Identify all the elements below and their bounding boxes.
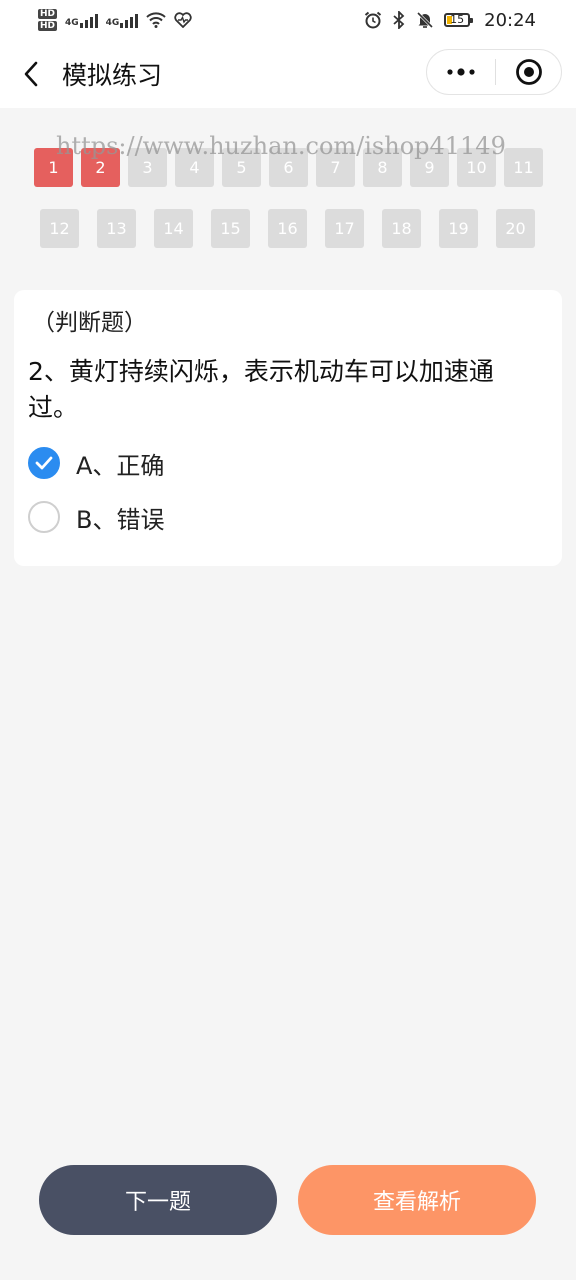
question-number-16[interactable]: 16 [268,209,307,248]
back-button[interactable] [0,40,62,108]
radio-unchecked[interactable] [28,501,60,533]
clock: 20:24 [484,9,536,31]
question-number-13[interactable]: 13 [97,209,136,248]
signal-2: 4G [106,12,139,28]
page-title: 模拟练习 [62,61,163,90]
option-label: A、正确 [76,451,165,480]
more-button[interactable] [427,50,495,94]
question-number-8[interactable]: 8 [363,148,402,187]
signal-1: 4G [65,12,98,28]
option-b[interactable]: B、错误 [28,490,546,544]
question-number-6[interactable]: 6 [269,148,308,187]
question-number-11[interactable]: 11 [504,148,543,187]
question-number-9[interactable]: 9 [410,148,449,187]
hd-badge: HD [38,9,58,19]
target-circle-icon [515,59,542,85]
status-bar: HD HD 4G 4G 15 20:24 [0,0,576,40]
question-number-1[interactable]: 1 [34,148,73,187]
chevron-left-icon [24,61,38,87]
more-dots-icon [447,68,475,76]
status-left: HD HD 4G 4G [38,9,192,31]
hd-indicators: HD HD [38,9,58,31]
signal-bars-icon [120,12,139,28]
view-analysis-button[interactable]: 查看解析 [298,1165,536,1235]
miniprogram-capsule [426,49,562,95]
question-grid-row: 1 2 3 4 5 6 7 8 9 10 11 [34,148,543,187]
question-number-17[interactable]: 17 [325,209,364,248]
checkmark-icon [35,456,53,470]
alarm-icon [364,11,382,29]
wifi-icon [146,12,167,28]
question-number-14[interactable]: 14 [154,209,193,248]
battery-level: 15 [450,13,465,26]
question-number-18[interactable]: 18 [382,209,421,248]
question-number-15[interactable]: 15 [211,209,250,248]
status-right: 15 20:24 [364,10,536,31]
hd-badge: HD [38,21,58,31]
signal-bars-icon [79,12,98,28]
navigation-bar: 模拟练习 [0,40,576,108]
close-button[interactable] [496,50,561,94]
question-card: （判断题） 2、黄灯持续闪烁，表示机动车可以加速通过。 A、正确 B、错误 [14,290,562,566]
bluetooth-icon [393,11,405,29]
option-a[interactable]: A、正确 [28,436,546,490]
heart-icon [174,12,192,28]
question-number-2[interactable]: 2 [81,148,120,187]
question-number-3[interactable]: 3 [128,148,167,187]
battery-icon: 15 [444,13,474,27]
option-label: B、错误 [76,505,165,534]
mute-icon [417,11,434,29]
network-type: 4G [65,18,79,28]
question-number-7[interactable]: 7 [316,148,355,187]
question-text: 2、黄灯持续闪烁，表示机动车可以加速通过。 [28,357,494,422]
next-question-button[interactable]: 下一题 [39,1165,277,1235]
question-number-20[interactable]: 20 [496,209,535,248]
question-number-10[interactable]: 10 [457,148,496,187]
question-number-19[interactable]: 19 [439,209,478,248]
question-number-12[interactable]: 12 [40,209,79,248]
question-type: （判断题） [32,310,147,336]
network-type: 4G [105,18,120,28]
radio-checked[interactable] [28,447,60,479]
question-grid-row: 12 13 14 15 16 17 18 19 20 [40,209,535,248]
question-number-5[interactable]: 5 [222,148,261,187]
question-number-4[interactable]: 4 [175,148,214,187]
